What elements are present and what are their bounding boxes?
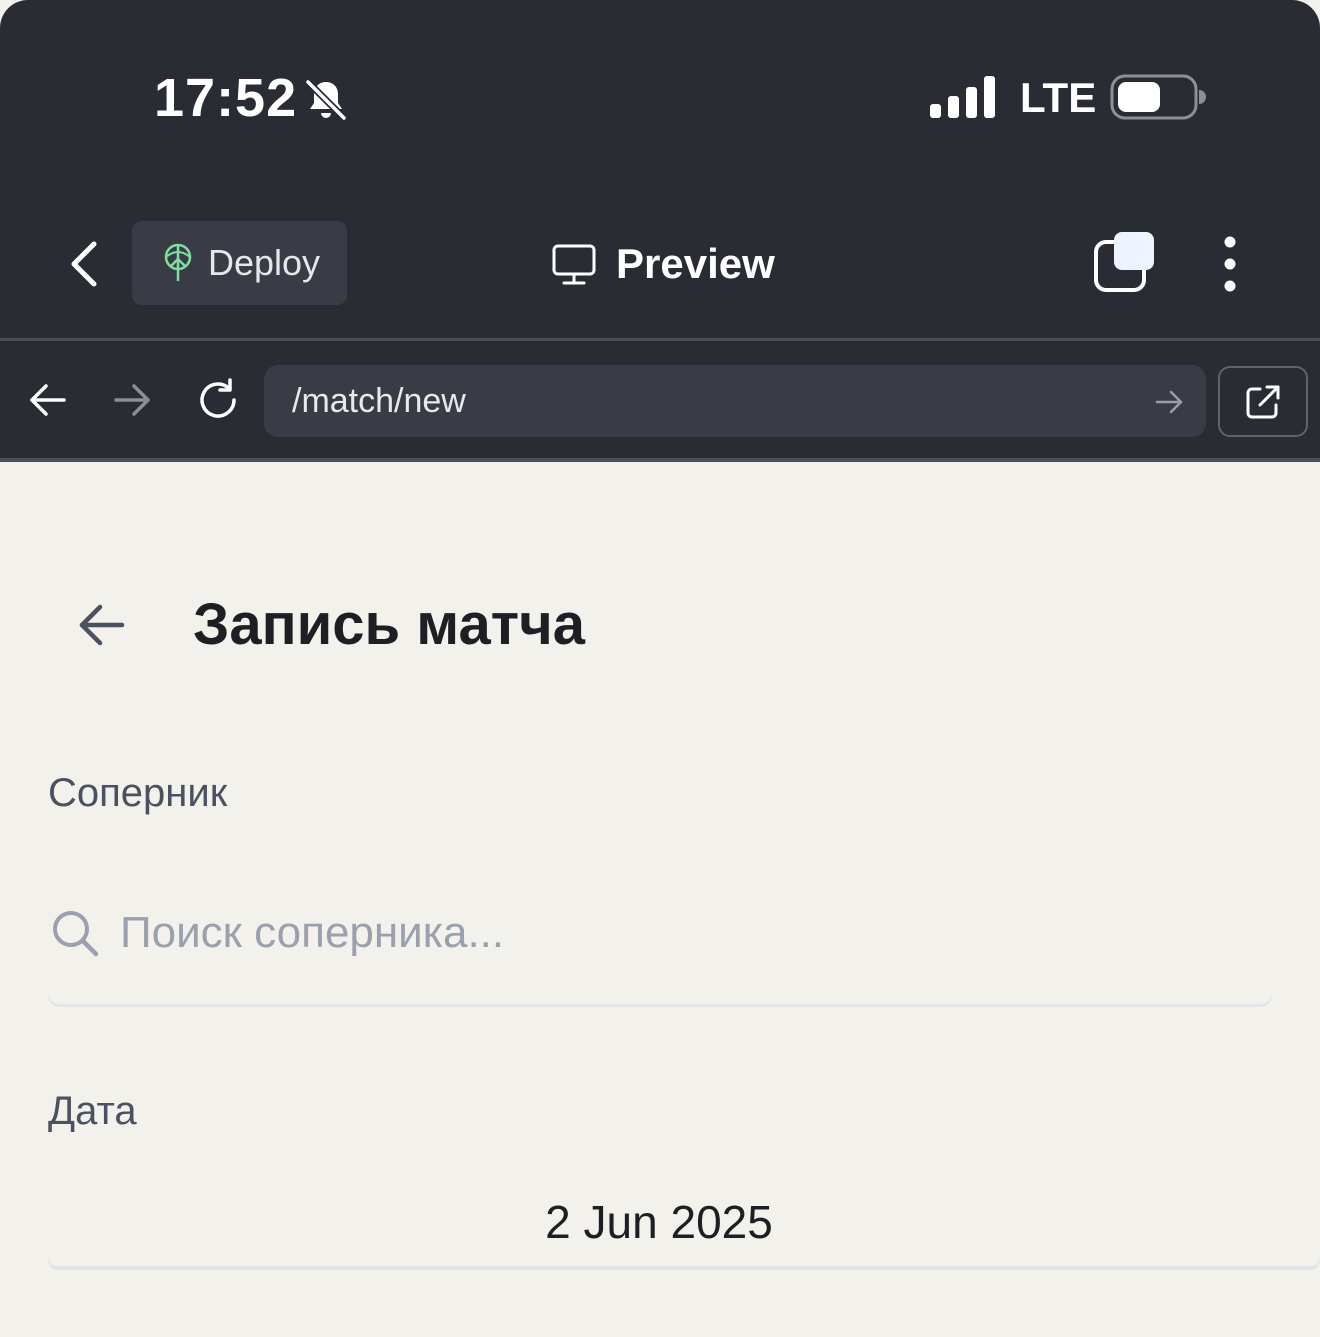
external-link-icon xyxy=(1246,385,1280,418)
monitor-icon xyxy=(552,244,596,285)
deploy-label: Deploy xyxy=(208,242,321,283)
url-bar[interactable]: /match/new xyxy=(264,365,1206,437)
go-arrow-icon[interactable] xyxy=(1154,387,1184,417)
date-field[interactable]: 2 Jun 2025 xyxy=(48,1180,1320,1266)
preview-title: Preview xyxy=(550,236,775,292)
network-type: LTE xyxy=(1020,74,1097,121)
more-vertical-icon[interactable] xyxy=(1214,234,1246,294)
url-text[interactable]: /match/new xyxy=(292,365,466,437)
deploy-button[interactable]: Deploy xyxy=(132,221,347,305)
tabs-icon[interactable] xyxy=(1092,230,1158,294)
chevron-left-icon[interactable] xyxy=(60,236,110,292)
date-label: Дата xyxy=(48,1089,137,1133)
page-back-arrow-icon[interactable] xyxy=(76,598,130,652)
search-icon xyxy=(53,911,99,957)
date-value[interactable]: 2 Jun 2025 xyxy=(48,1190,1320,1254)
toolbar-divider xyxy=(0,338,1320,341)
deploy-icon xyxy=(164,243,192,281)
chrome-bottom-divider xyxy=(0,458,1320,462)
arrow-right-icon[interactable] xyxy=(110,378,154,422)
reload-icon[interactable] xyxy=(194,376,242,424)
opponent-search-field[interactable] xyxy=(48,868,1272,1004)
arrow-left-icon[interactable] xyxy=(26,378,70,422)
page-title: Запись матча xyxy=(193,592,586,657)
app-chrome: 17:52 LTE Deploy Preview /match/new xyxy=(0,0,1320,462)
status-time: 17:52 xyxy=(154,68,298,128)
battery-icon xyxy=(1110,74,1206,120)
signal-icon xyxy=(930,76,995,118)
bell-muted-icon xyxy=(305,79,347,121)
opponent-label: Соперник xyxy=(48,771,228,815)
open-external-button[interactable] xyxy=(1218,366,1308,437)
preview-label: Preview xyxy=(616,240,775,287)
opponent-search-input[interactable] xyxy=(120,898,1220,968)
